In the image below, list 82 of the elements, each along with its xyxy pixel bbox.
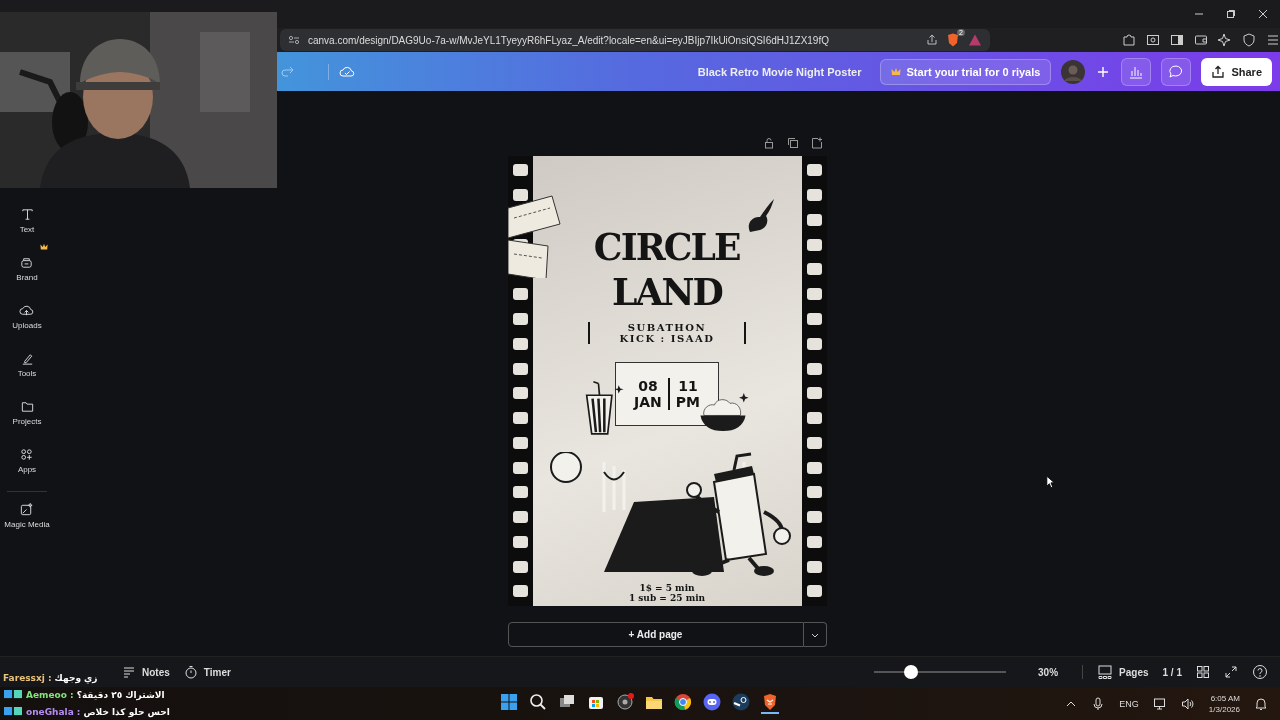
sidebar-item[interactable]: Magic Media (4, 502, 50, 550)
date-text: JAN (634, 394, 662, 410)
page-counter: 1 / 1 (1162, 666, 1182, 678)
sparkle-icon[interactable] (1218, 33, 1232, 47)
mouse-pointer-icon (1046, 475, 1056, 489)
restore-icon[interactable] (1226, 9, 1236, 19)
chat-app-icon[interactable] (703, 693, 721, 711)
close-icon[interactable] (1258, 9, 1268, 19)
share-button[interactable]: Share (1201, 57, 1272, 86)
time-text: 11 (678, 378, 698, 394)
wallet-icon[interactable] (1194, 33, 1208, 47)
clock-date: 1/3/2026 (1208, 703, 1240, 715)
sidebar-item[interactable]: Apps (17, 447, 37, 495)
language-indicator[interactable]: ENG (1119, 698, 1139, 709)
sidebar-item[interactable]: Text (19, 207, 35, 255)
sidebar-item[interactable]: Projects (12, 399, 42, 447)
add-page-button[interactable]: + Add page (507, 622, 804, 647)
url-text: canva.com/design/DAG9Uo-7a-w/MvJeYL1TyeyyR6hFLyaz_A/edit?locale=en&ui=eyJBIjp7IkUiOnsiQSI6dHJ1ZX19fQ (308, 34, 829, 46)
sidebar-item[interactable]: Tools (17, 351, 37, 399)
menu-icon[interactable] (1266, 33, 1280, 47)
browser-icon[interactable] (674, 693, 692, 711)
poster-subtitle: KICK : ISAAD (619, 333, 715, 344)
clock-time: 6:05 AM (1210, 692, 1240, 704)
apps-icon (19, 447, 35, 462)
search-icon[interactable] (529, 693, 547, 711)
cloud-upload-icon (19, 303, 35, 318)
timer-button[interactable]: Timer (183, 665, 231, 679)
chat-message: احس حلو كذا خلاص (83, 706, 170, 717)
chat-message: الاشتراك ٢٥ دقيقة؟ (76, 689, 165, 700)
price-text: 1 sub = 25 min (628, 593, 706, 603)
zoom-slider-thumb[interactable] (903, 665, 918, 679)
zoom-percentage[interactable]: 30% (1038, 666, 1069, 678)
chat-username: oneGhala : (26, 706, 81, 717)
notes-button[interactable]: Notes (122, 665, 170, 679)
add-page-icon[interactable] (810, 137, 823, 149)
text-icon (19, 207, 35, 222)
site-settings-icon[interactable] (288, 34, 300, 46)
upload-icon (1211, 64, 1226, 79)
stopwatch-icon (183, 665, 198, 679)
duplicate-icon[interactable] (786, 137, 799, 149)
image-sparkle-icon (19, 502, 35, 517)
notification-bell-icon[interactable] (1254, 696, 1268, 711)
chat-username: Faressxj : (3, 672, 52, 683)
chat-username: Aemeoo : (26, 689, 74, 700)
windows-start-icon[interactable] (500, 693, 518, 711)
pages-icon (1097, 664, 1114, 680)
share-icon[interactable] (926, 34, 938, 46)
game-launcher-icon[interactable] (732, 693, 750, 711)
grid-view-icon[interactable] (1196, 665, 1210, 679)
poster-subtitle: SUBATHON (627, 322, 707, 333)
analytics-button[interactable] (1121, 57, 1152, 86)
microphone-icon[interactable] (1091, 696, 1106, 711)
date-text: 08 (638, 378, 658, 394)
document-title[interactable]: Black Retro Movie Night Poster (697, 65, 862, 78)
lock-icon[interactable] (762, 137, 775, 149)
crown-icon (890, 66, 901, 77)
folder-icon (19, 399, 35, 414)
cloud-check-icon[interactable] (328, 63, 355, 80)
poster-title: CIRCLE LAND (593, 224, 741, 314)
briefcase-icon (19, 255, 35, 270)
chat-message: زي وجهك (54, 672, 98, 683)
lion-browser-icon[interactable] (761, 693, 779, 714)
shield-icon[interactable] (1242, 33, 1256, 47)
comment-icon (1168, 63, 1185, 80)
media-icon[interactable] (1146, 33, 1160, 47)
comment-button[interactable] (1161, 57, 1192, 86)
caret-button[interactable] (803, 622, 827, 647)
sidebar-item[interactable]: Brand (16, 255, 38, 303)
sidebar-icon[interactable] (1170, 33, 1184, 47)
price-text: 1$ = 5 min (639, 583, 695, 593)
volume-icon[interactable] (1180, 696, 1195, 711)
notes-icon (122, 665, 136, 679)
pages-button[interactable]: Pages (1097, 664, 1149, 680)
sidebar-item[interactable]: Uploads (12, 303, 42, 351)
fullscreen-icon[interactable] (1224, 665, 1238, 679)
triangle-icon[interactable] (968, 33, 982, 47)
help-icon[interactable] (1252, 664, 1268, 680)
network-icon[interactable] (1152, 696, 1167, 711)
time-text: PM (675, 394, 700, 410)
trial-button[interactable]: Start your trial for 0 riyals (879, 58, 1052, 85)
lion-shield-icon[interactable] (946, 33, 960, 47)
recording-app-icon[interactable] (616, 693, 634, 711)
